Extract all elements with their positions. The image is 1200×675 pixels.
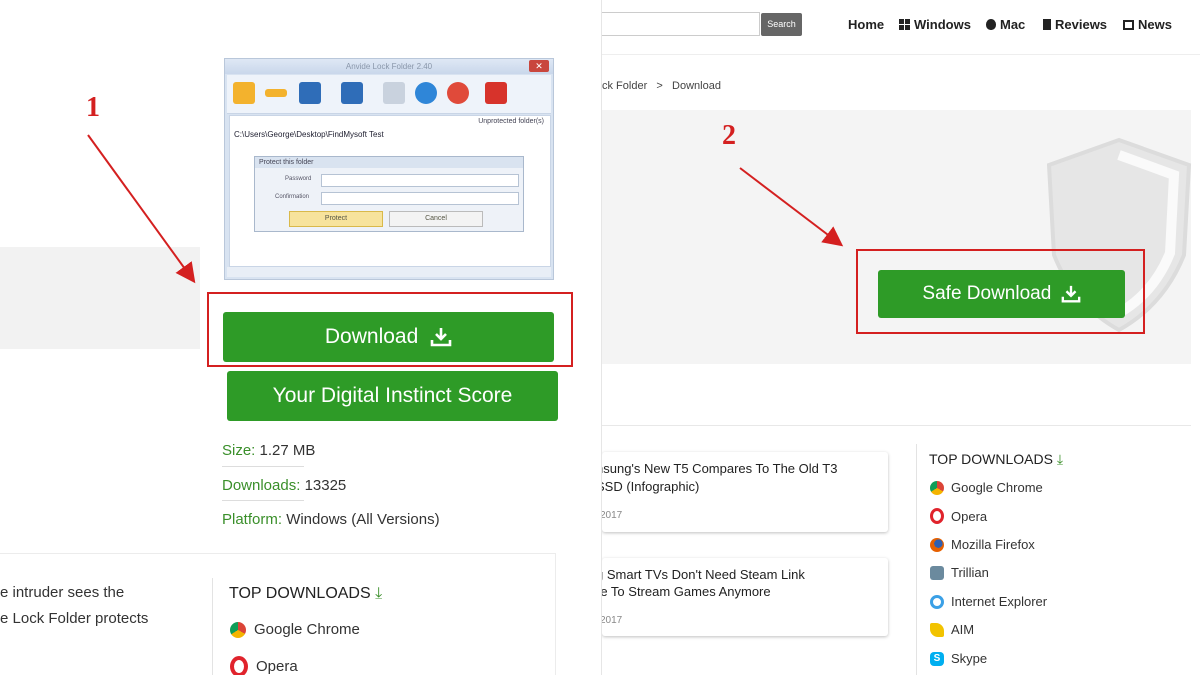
size-value: 1.27 MB (259, 442, 316, 459)
top-downloads-heading-text: TOP DOWNLOADS (229, 585, 371, 602)
right-screenshot-panel: Search Home Windows Mac Reviews News ck … (601, 0, 1200, 675)
top-download-item-aim[interactable]: AIM (930, 622, 974, 637)
top-download-item-chrome[interactable]: Google Chrome (230, 621, 360, 638)
app-name: Opera (256, 658, 298, 675)
top-download-item-trillian[interactable]: Trillian (930, 565, 989, 580)
top-downloads-heading: TOP DOWNLOADS ⤓ (229, 585, 382, 603)
chrome-icon (230, 621, 246, 638)
platform-key: Platform: (222, 511, 283, 528)
download-button-label: Download (324, 325, 419, 348)
top-download-item-firefox[interactable]: Mozilla Firefox (930, 537, 1035, 552)
downloads-key: Downloads: (222, 477, 301, 494)
size-row: Size: 1.27 MB (222, 442, 315, 459)
app-name: Trillian (951, 565, 989, 580)
top-downloads-heading: TOP DOWNLOADS ⤓ (929, 451, 1063, 468)
article-card[interactable]: g Smart TVs Don't Need Steam Link re To … (602, 558, 888, 636)
column-divider (916, 444, 917, 675)
trillian-icon (930, 565, 944, 580)
app-name: Skype (951, 651, 988, 666)
download-icon (1061, 284, 1081, 304)
top-download-item-skype[interactable]: S Skype (930, 651, 987, 666)
app-name: AIM (951, 622, 975, 637)
top-download-item-opera[interactable]: Opera (930, 508, 987, 524)
app-name: Google Chrome (254, 621, 360, 638)
top-downloads-heading-text: TOP DOWNLOADS (929, 451, 1053, 467)
internet-explorer-icon (930, 594, 944, 609)
platform-value: Windows (All Versions) (286, 511, 440, 528)
firefox-icon (930, 537, 944, 552)
digital-instinct-score-button[interactable]: Your Digital Instinct Score (227, 371, 558, 421)
downloads-value: 13325 (304, 477, 347, 494)
download-button[interactable]: Download (223, 312, 554, 362)
article-title-line-2: re To Stream Games Anymore (601, 584, 771, 599)
size-key: Size: (222, 442, 256, 459)
opera-icon (230, 656, 248, 675)
download-icon: ⤓ (1056, 451, 1064, 467)
article-title-line-1: g Smart TVs Don't Need Steam Link (601, 567, 805, 582)
skype-icon: S (930, 651, 944, 666)
platform-row: Platform: Windows (All Versions) (222, 511, 440, 528)
download-icon (430, 326, 452, 348)
description-line-1: e intruder sees the (0, 584, 125, 601)
safe-download-button[interactable]: Safe Download (878, 270, 1125, 318)
divider (222, 500, 304, 501)
top-download-item-chrome[interactable]: Google Chrome (930, 480, 1043, 495)
aim-icon (930, 622, 944, 637)
downloads-row: Downloads: 13325 (222, 477, 346, 494)
article-card[interactable]: nsung's New T5 Compares To The Old T3 SS… (602, 452, 888, 532)
chrome-icon (930, 480, 944, 495)
article-date: 2017 (601, 615, 623, 626)
download-icon: ⤓ (375, 585, 383, 602)
app-name: Opera (951, 508, 988, 524)
description-line-2: e Lock Folder protects (0, 610, 149, 627)
safe-download-label: Safe Download (922, 283, 1052, 304)
app-name: Google Chrome (951, 480, 1043, 495)
column-divider (212, 578, 213, 675)
top-download-item-opera[interactable]: Opera (230, 656, 298, 675)
article-title-line-1: nsung's New T5 Compares To The Old T3 (601, 461, 838, 476)
app-name: Mozilla Firefox (951, 537, 1035, 552)
article-title-line-2: SSD (Infographic) (601, 479, 700, 494)
top-download-item-ie[interactable]: Internet Explorer (930, 594, 1047, 609)
opera-icon (930, 508, 944, 524)
divider (222, 466, 304, 467)
app-name: Internet Explorer (951, 594, 1048, 609)
left-screenshot-panel: Anvide Lock Folder 2.40 ✕ Unprotected fo… (0, 0, 601, 675)
section-divider (602, 425, 1191, 426)
article-date: 2017 (601, 510, 623, 521)
